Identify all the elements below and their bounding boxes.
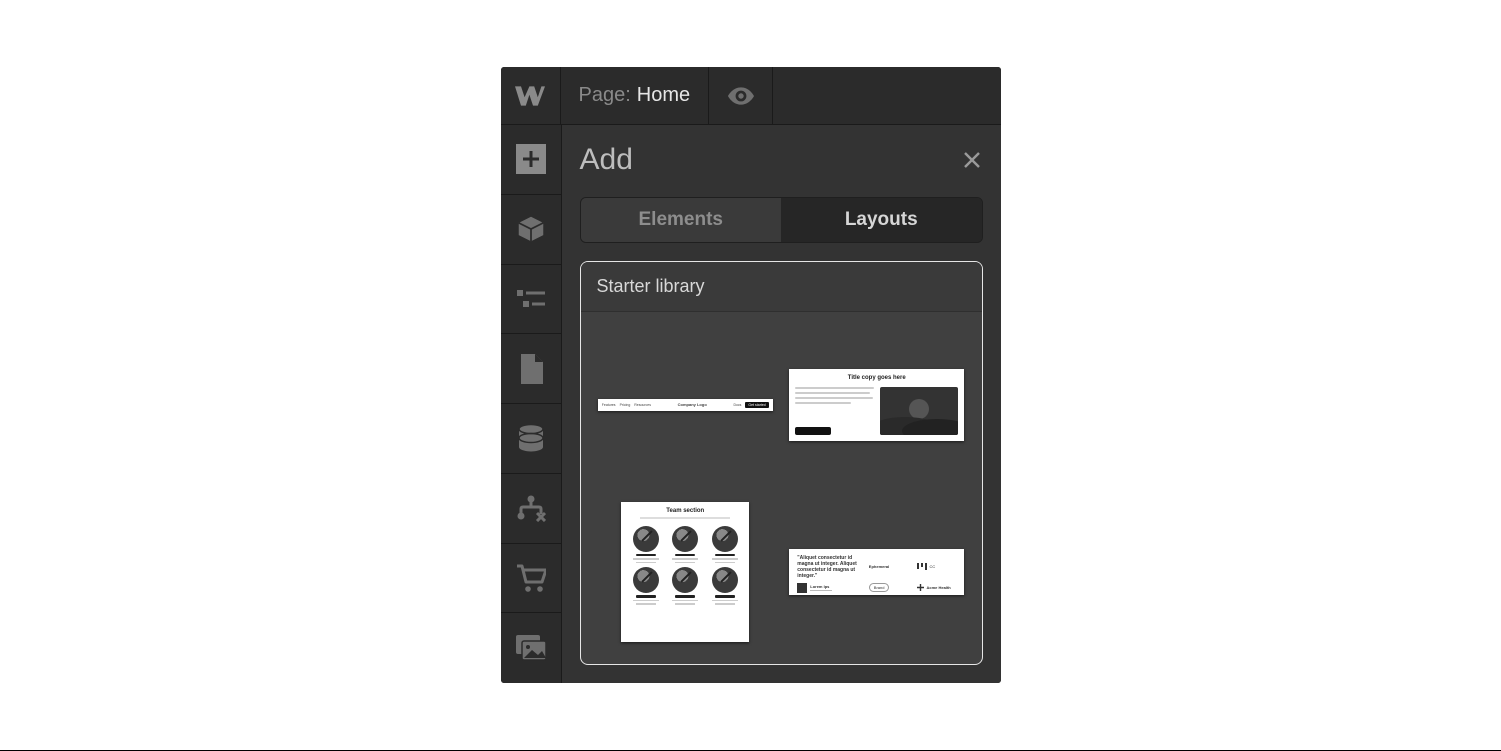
brand-logo: Ephemeral	[869, 564, 909, 569]
page-selector[interactable]: Page: Home	[561, 67, 710, 124]
brand-logo: Acme Health	[917, 584, 957, 591]
layout-thumb-team[interactable]: Team section	[621, 502, 749, 642]
rail-add[interactable]	[501, 125, 561, 195]
avatar-icon	[712, 526, 738, 552]
nav-cta: Get started	[745, 402, 768, 408]
team-grid	[629, 526, 741, 605]
rail-pages[interactable]	[501, 334, 561, 404]
library-grid: Features Pricing Resources Company Logo …	[581, 312, 982, 664]
hero-text-col	[795, 387, 874, 435]
team-title: Team section	[666, 508, 704, 514]
rail-components[interactable]	[501, 195, 561, 265]
avatar-icon	[797, 583, 807, 593]
designer-window: Page: Home	[501, 67, 1001, 683]
close-panel-button[interactable]	[961, 149, 983, 171]
app-logo[interactable]	[501, 67, 561, 124]
layout-thumb-navbar[interactable]: Features Pricing Resources Company Logo …	[598, 399, 773, 411]
top-bar: Page: Home	[501, 67, 1001, 125]
images-icon	[516, 635, 546, 661]
avatar-icon	[672, 567, 698, 593]
nav-item: Pricing	[620, 403, 631, 407]
testimonial-quote: "Aliquet consectetur id magna ut integer…	[797, 555, 861, 579]
layout-thumb-hero[interactable]: Title copy goes here	[789, 369, 964, 441]
left-tool-rail	[501, 125, 561, 683]
testimonial-person: Lorem Ips	[797, 583, 861, 593]
tab-elements[interactable]: Elements	[581, 198, 782, 242]
cart-icon	[516, 564, 546, 592]
plus-icon	[516, 144, 546, 174]
rail-logic[interactable]	[501, 474, 561, 544]
add-panel: Add Elements Layouts Starter library	[561, 125, 1001, 683]
page-name: Home	[637, 84, 690, 107]
hero-image-placeholder	[880, 387, 958, 435]
hero-cta	[795, 427, 831, 435]
rail-cms[interactable]	[501, 404, 561, 474]
avatar-icon	[633, 567, 659, 593]
starter-library-card: Starter library Features Pricing Resourc…	[580, 261, 983, 665]
navigator-icon	[517, 288, 545, 310]
nav-item: Resources	[634, 403, 651, 407]
rail-navigator[interactable]	[501, 265, 561, 335]
cross-icon	[917, 584, 924, 591]
preview-button[interactable]	[709, 67, 773, 124]
eye-icon	[728, 87, 754, 105]
page-label: Page:	[579, 84, 631, 107]
database-icon	[517, 424, 545, 452]
cube-icon	[517, 215, 545, 243]
webflow-logo-icon	[515, 86, 545, 106]
add-panel-tabs: Elements Layouts	[580, 197, 983, 243]
brand-logo: CC	[917, 563, 957, 570]
avatar-icon	[633, 526, 659, 552]
nav-logo: Company Logo	[678, 402, 707, 407]
tab-layouts[interactable]: Layouts	[781, 198, 982, 242]
layout-thumb-logos[interactable]: "Aliquet consectetur id magna ut integer…	[789, 549, 964, 595]
rail-assets[interactable]	[501, 613, 561, 683]
brand-logo: Brand	[869, 583, 909, 592]
rail-ecommerce[interactable]	[501, 544, 561, 614]
close-icon	[962, 150, 982, 170]
library-title: Starter library	[581, 262, 982, 312]
panel-title: Add	[580, 143, 633, 177]
hero-title: Title copy goes here	[795, 375, 958, 381]
page-icon	[519, 354, 543, 384]
flow-icon	[516, 494, 546, 522]
avatar-icon	[672, 526, 698, 552]
nav-item: Features	[602, 403, 616, 407]
avatar-icon	[712, 567, 738, 593]
nav-item: Docs	[733, 403, 741, 407]
